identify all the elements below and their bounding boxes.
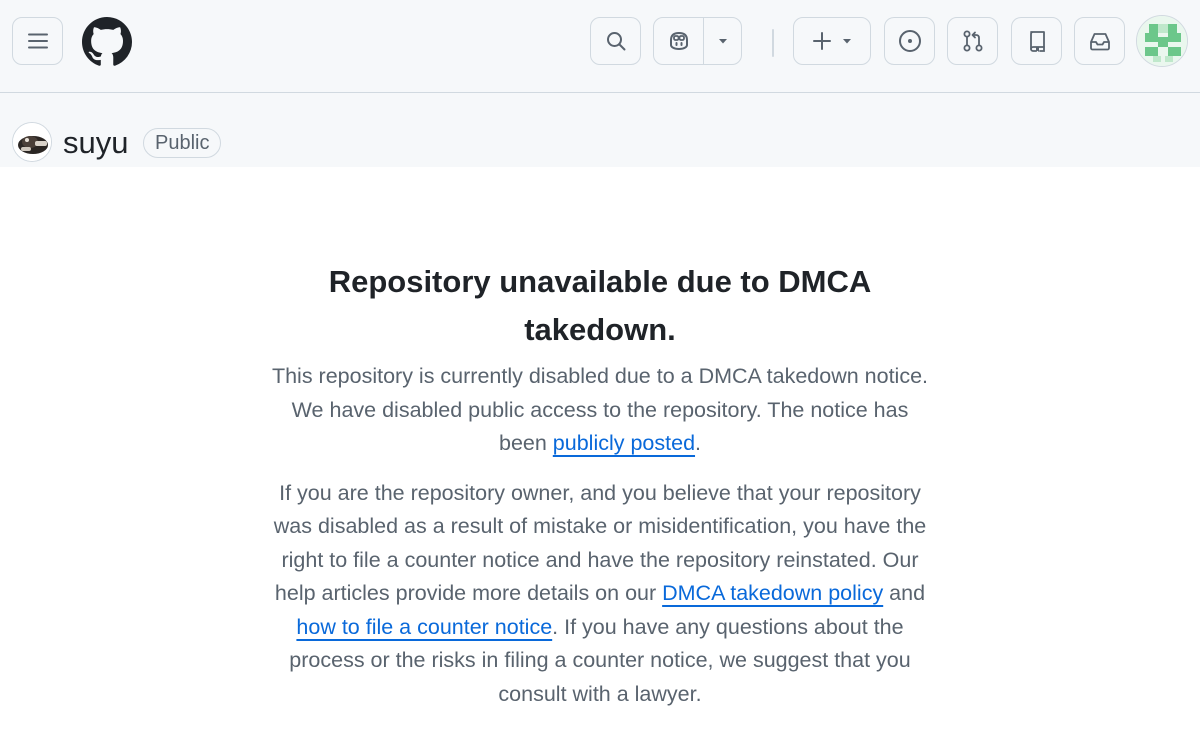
repo-name-link[interactable]: suyu: [63, 123, 128, 163]
header-separator: [772, 29, 774, 57]
github-logo-icon[interactable]: [82, 17, 132, 67]
plus-icon: [810, 29, 834, 53]
hamburger-icon: [26, 29, 50, 53]
inbox-icon: [1087, 28, 1113, 54]
copilot-icon: [666, 28, 692, 54]
notice-text: .: [695, 431, 702, 455]
dmca-takedown-policy-link[interactable]: DMCA takedown policy: [662, 581, 883, 605]
visibility-badge: Public: [143, 128, 222, 158]
global-header: [0, 0, 1200, 93]
publicly-posted-link[interactable]: publicly posted: [553, 431, 695, 455]
copilot-split-button: [653, 17, 742, 65]
pull-requests-button[interactable]: [947, 17, 998, 65]
notice-title: Repository unavailable due to DMCA taked…: [328, 264, 872, 347]
triangle-down-icon: [840, 34, 854, 48]
git-pull-request-icon: [960, 28, 986, 54]
notice-paragraph-2: If you are the repository owner, and you…: [268, 477, 932, 712]
menu-button[interactable]: [12, 17, 63, 65]
issue-opened-icon: [897, 28, 923, 54]
create-new-button[interactable]: [793, 17, 871, 65]
notice-paragraph-1: This repository is currently disabled du…: [268, 360, 932, 461]
copilot-button[interactable]: [654, 18, 703, 64]
inbox-button[interactable]: [1074, 17, 1125, 65]
repositories-button[interactable]: [1011, 17, 1062, 65]
copilot-menu-button[interactable]: [704, 18, 741, 64]
notice-text: and: [883, 581, 926, 605]
search-button[interactable]: [590, 17, 641, 65]
repo-icon: [1024, 28, 1050, 54]
repo-owner-avatar[interactable]: [12, 122, 52, 162]
user-avatar[interactable]: [1136, 15, 1188, 67]
triangle-down-icon: [716, 34, 730, 48]
search-icon: [604, 29, 628, 53]
counter-notice-link[interactable]: how to file a counter notice: [296, 615, 552, 639]
dmca-notice: Repository unavailable due to DMCA taked…: [268, 258, 932, 711]
issues-button[interactable]: [884, 17, 935, 65]
